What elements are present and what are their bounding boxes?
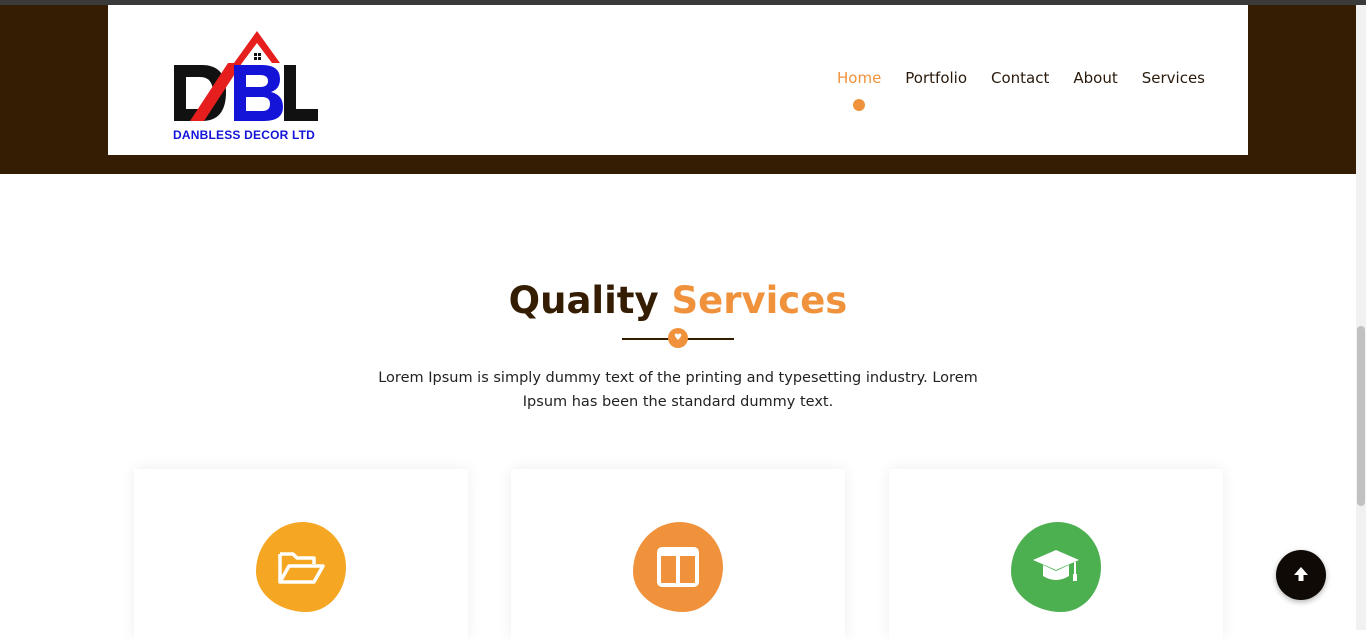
brand-logo-mark [174,31,318,121]
arrow-up-icon [1294,567,1308,581]
columns-icon [657,547,699,587]
brand-caption: DANBLESS DECOR LTD [173,128,316,142]
section-title-part2: Services [671,279,848,322]
service-card[interactable] [511,469,845,639]
nav-item-label: Contact [991,69,1050,87]
service-card[interactable] [134,469,468,639]
section-title: Quality Services [0,279,1356,323]
service-card[interactable] [889,469,1223,639]
nav-item-about[interactable]: About [1073,69,1117,87]
page-scrollbar[interactable] [1356,5,1366,630]
section-title-part1: Quality [508,279,659,322]
back-to-top-button[interactable] [1276,550,1326,600]
nav-item-contact[interactable]: Contact [991,69,1049,87]
nav-item-services[interactable]: Services [1142,69,1205,87]
service-icon-badge [633,522,723,612]
title-divider: ♥ [622,328,734,348]
heart-icon: ♥ [668,328,688,348]
nav-item-label: Portfolio [905,69,968,87]
service-icon-badge [256,522,346,612]
brand-logo[interactable]: DANBLESS DECOR LTD [172,29,322,144]
nav-item-label: Home [837,69,882,87]
nav-item-label: Services [1141,69,1205,87]
service-icon-badge [1011,522,1101,612]
folder-open-icon [278,552,325,584]
scrollbar-thumb[interactable] [1357,326,1365,506]
site-header: DANBLESS DECOR LTD Home Portfolio Contac… [108,5,1248,155]
graduation-cap-icon [1033,550,1079,581]
section-intro: Lorem Ipsum is simply dummy text of the … [378,370,978,410]
nav-item-home[interactable]: Home [837,69,882,111]
nav-item-label: About [1073,69,1118,87]
main-nav: Home Portfolio Contact About Services [837,69,1205,111]
nav-item-portfolio[interactable]: Portfolio [905,69,967,87]
active-indicator-dot [853,99,866,111]
